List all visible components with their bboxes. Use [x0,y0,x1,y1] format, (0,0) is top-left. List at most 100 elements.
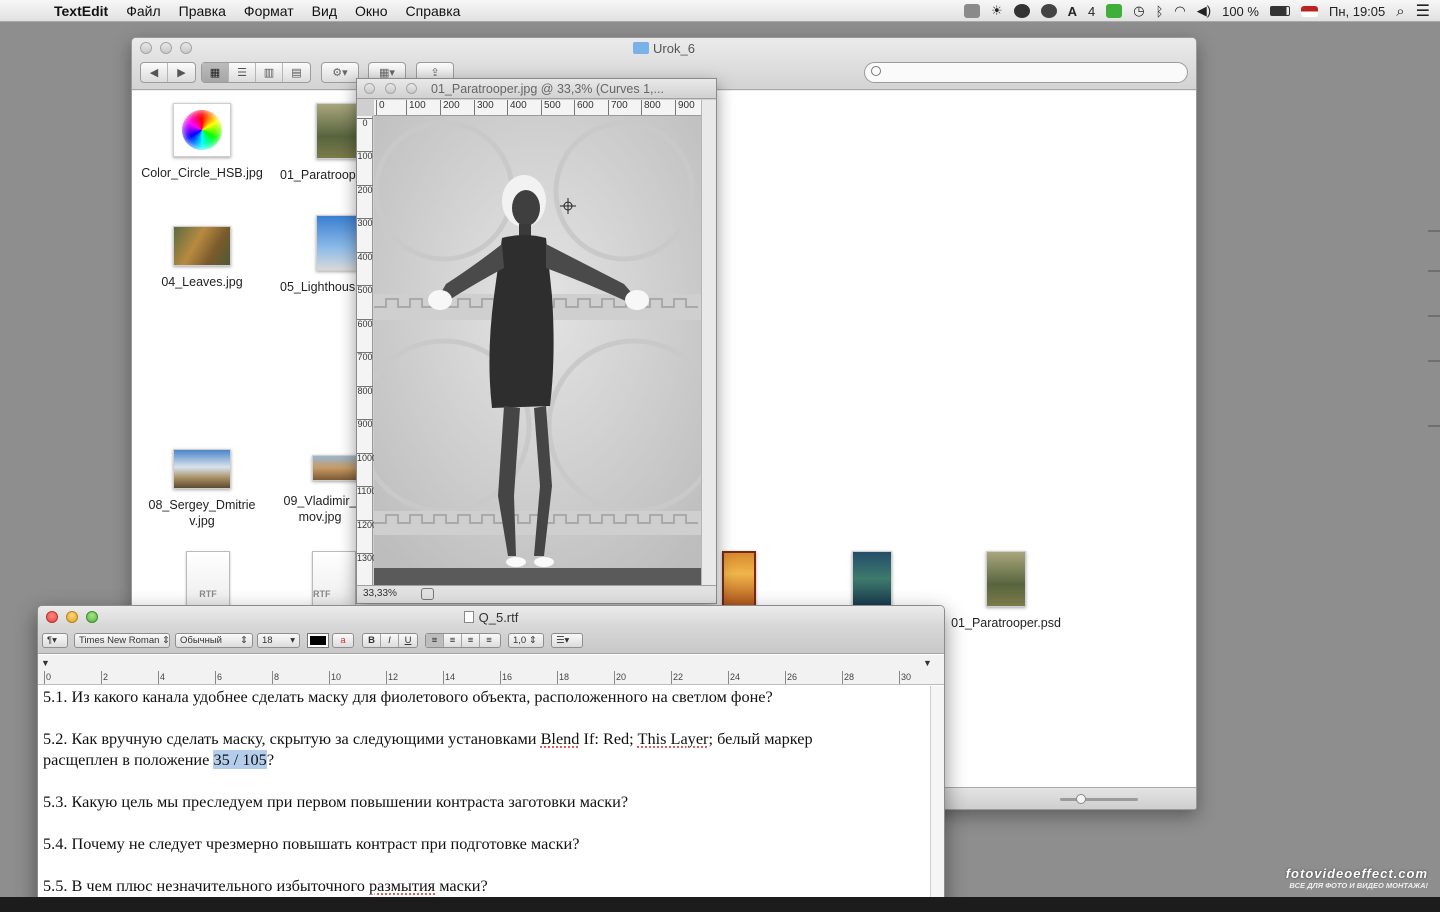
document-text-area[interactable]: 5.1. Из какого канала удобнее сделать ма… [38,686,931,904]
bold-button[interactable]: B [363,634,381,647]
text-run: ? [266,750,275,769]
font-family-value: Times New Roman [79,635,160,646]
text-run: расщеплен в положение [43,750,214,769]
coverflow-view-button[interactable]: ▤ [283,63,310,82]
clock[interactable]: Пн, 19:05 [1329,4,1385,19]
slider-knob[interactable] [1076,794,1086,804]
ruler-tick: 28 [842,671,855,684]
list-view-button[interactable]: ☰ [229,63,256,82]
adobe-updates-icon[interactable]: A [1068,4,1077,19]
menu-window[interactable]: Окно [346,3,397,19]
wifi-icon[interactable]: ◠ [1174,3,1185,19]
menu-file[interactable]: Файл [117,3,169,19]
notification-center-icon[interactable]: ☰ [1416,1,1430,21]
selected-text: 35 / 105 [213,750,267,769]
highlight-color-button[interactable]: a [332,633,354,648]
text-run: маски? [435,876,488,895]
folder-icon [633,42,650,54]
misspelled-word: размытия [369,876,436,895]
align-justify-button[interactable]: ≡ [480,634,498,647]
text-ruler[interactable]: ▼ ▼ 0 2 4 6 8 10 12 14 16 18 20 22 24 26… [38,655,944,685]
window-controls [364,83,417,94]
app-status-icon[interactable] [1013,4,1030,18]
action-menu-button[interactable]: ⚙▾ [321,62,359,83]
bluetooth-icon[interactable]: ᛒ [1156,4,1164,19]
ruler-label: 800 [641,100,661,115]
menu-view[interactable]: Вид [303,3,346,19]
status-info-icon[interactable] [421,588,434,600]
vertical-scrollbar[interactable] [701,100,716,586]
icon-view-button[interactable]: ▦ [202,63,229,82]
close-button[interactable] [364,83,375,94]
document-titlebar: 01_Paratrooper.jpg @ 33,3% (Curves 1,... [357,79,716,99]
align-center-button[interactable]: ≡ [444,634,462,647]
text-color-well[interactable] [307,633,329,648]
volume-icon[interactable]: ◀) [1197,3,1211,19]
ruler-tick: 4 [158,671,166,684]
underline-button[interactable]: U [399,634,417,647]
photoshop-document-window: 01_Paratrooper.jpg @ 33,3% (Curves 1,...… [356,78,717,604]
adobe-updates-count: 4 [1088,3,1096,19]
font-style-popup[interactable]: Обычный ⇕ [175,633,253,648]
forward-button[interactable]: ▶ [168,63,195,82]
list-style-popup[interactable]: ☰▾ [551,633,583,648]
zoom-button[interactable] [406,83,417,94]
minimize-button[interactable] [385,83,396,94]
line-spacing-popup[interactable]: 1,0 ⇕ [508,633,544,648]
ruler-label: 0 [376,100,385,115]
align-right-button[interactable]: ≡ [462,634,480,647]
ruler-label: 700 [608,100,628,115]
rtf-document-icon: RTF [312,551,356,607]
font-size-combobox[interactable]: 18 ▾ [257,633,300,648]
brightness-icon[interactable]: ☀ [991,3,1003,19]
column-view-button[interactable]: ▥ [256,63,283,82]
file-item[interactable]: Color_Circle_HSB.jpg [140,103,264,181]
icon-size-slider[interactable] [1060,794,1138,804]
ruler-tick: 18 [557,671,570,684]
ruler-label: 100 [406,100,426,115]
ruler-label: 700 [357,352,373,362]
menu-app-textedit[interactable]: TextEdit [54,3,117,19]
document-status-bar: 33,33% [357,585,716,603]
ruler-label: 600 [357,319,373,329]
file-name: 08_Sergey_Dmitriev.jpg [148,498,256,528]
textedit-titlebar: Q_5.rtf [38,606,944,628]
keyboard-layout-icon[interactable] [1106,4,1123,18]
file-item[interactable]: 01_Paratrooper.psd [944,551,1068,631]
ruler-label: 1100 [357,486,377,496]
ruler-tick: 22 [671,671,684,684]
line-spacing-value: 1,0 [513,635,527,646]
image-canvas[interactable] [374,116,702,586]
window-title: Urok_6 [132,41,1196,56]
search-field[interactable] [864,62,1188,83]
vertical-scrollbar[interactable] [930,686,944,904]
back-button[interactable]: ◀ [141,63,168,82]
back-forward-control: ◀ ▶ [140,62,196,83]
question-5-2-continued: расщеплен в положение 35 / 105? [43,749,931,770]
menu-edit[interactable]: Правка [170,3,235,19]
menu-help[interactable]: Справка [397,3,470,19]
battery-icon[interactable] [1269,6,1290,16]
paragraph-style-popup[interactable]: ¶▾ [42,633,68,648]
left-margin-marker[interactable]: ▼ [40,657,50,670]
italic-button[interactable]: I [381,634,399,647]
flag-us-icon[interactable] [1300,5,1318,17]
spotlight-icon[interactable]: ⌕ [1396,3,1404,20]
text-run: 5.2. Как вручную сделать маску, скрытую … [43,729,541,748]
font-family-popup[interactable]: Times New Roman ⇕ [74,633,170,648]
ruler-tick: 10 [329,671,342,684]
right-margin-marker[interactable]: ▼ [922,657,932,670]
time-machine-icon[interactable]: ◷ [1133,3,1144,19]
ruler-tick: 16 [500,671,513,684]
battery-percent[interactable]: 100 % [1222,4,1259,19]
file-item[interactable]: 08_Sergey_Dmitriev.jpg [140,449,264,529]
menu-format[interactable]: Формат [235,3,303,19]
screen-capture-icon[interactable] [963,4,980,18]
zoom-level[interactable]: 33,33% [363,588,411,599]
evernote-icon[interactable] [1040,4,1057,18]
ruler-label: 200 [357,185,373,195]
misspelled-word: This Layer [637,729,709,748]
align-left-button[interactable]: ≡ [426,634,444,647]
file-thumbnail [316,103,358,159]
file-item[interactable]: 04_Leaves.jpg [140,226,264,290]
